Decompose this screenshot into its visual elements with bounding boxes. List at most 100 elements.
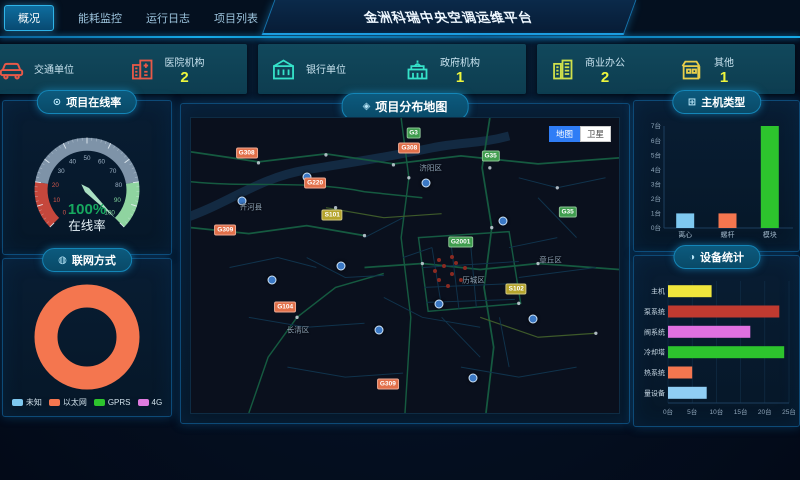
city-cluster-dot [463, 266, 467, 270]
svg-text:60: 60 [98, 158, 106, 165]
legend-label: 未知 [26, 397, 42, 408]
svg-text:5台: 5台 [687, 407, 697, 416]
stat-card-1: 交通单位 医院机构2 [0, 44, 247, 94]
legend-item[interactable]: GPRS [94, 398, 131, 407]
legend-label: GPRS [108, 398, 131, 407]
stat-card-3: 商业办公2其他1 [537, 44, 795, 94]
project-marker[interactable] [422, 178, 431, 187]
svg-text:80: 80 [115, 182, 123, 189]
city-cluster-dot [437, 258, 441, 262]
road-shield-label: G2001 [448, 236, 474, 247]
gauge-label: 在线率 [68, 218, 106, 233]
svg-text:7台: 7台 [651, 121, 661, 130]
stat-card-item: 政府机构1 [392, 54, 526, 85]
map-type-button-0[interactable]: 地图 [549, 126, 580, 142]
stat-card-item: 医院机构2 [117, 54, 248, 85]
road-shield-label: G308 [398, 142, 420, 153]
project-marker[interactable] [469, 373, 478, 382]
city-cluster-dot [450, 255, 454, 259]
stat-label: 其他 [714, 54, 734, 69]
city-cluster-dot [442, 264, 446, 268]
stat-value: 2 [601, 70, 609, 85]
gauge-chart: 0102030405060708090100100%在线率 [3, 113, 171, 254]
legend-swatch [12, 399, 23, 406]
svg-text:阀系统: 阀系统 [644, 327, 665, 336]
legend-swatch [138, 399, 149, 406]
road-shield-label: G220 [304, 177, 326, 188]
office-icon [549, 56, 576, 83]
svg-text:3台: 3台 [651, 180, 661, 189]
legend-item[interactable]: 4G [138, 398, 163, 407]
globe-icon: ◍ [58, 255, 67, 266]
panel-network-title: ◍ 联网方式 [42, 248, 132, 272]
government-icon [404, 56, 431, 83]
stat-label: 政府机构 [440, 54, 480, 69]
svg-text:50: 50 [83, 155, 91, 162]
nav-tab-1[interactable]: 能耗监控 [78, 10, 122, 26]
nav-tab-3[interactable]: 项目列表 [214, 10, 258, 26]
city-cluster-dot [454, 261, 458, 265]
map-type-button-1[interactable]: 卫星 [580, 126, 611, 142]
svg-text:主机: 主机 [651, 287, 665, 296]
svg-text:泵系统: 泵系统 [644, 307, 665, 316]
nav-tab-2[interactable]: 运行日志 [146, 10, 190, 26]
road-shield-label: S102 [506, 284, 527, 295]
svg-text:2台: 2台 [651, 194, 661, 203]
panel-title-text: 项目分布地图 [375, 98, 447, 115]
nav-divider-line [0, 36, 800, 38]
svg-text:40: 40 [69, 158, 77, 165]
road-shield-label: G309 [377, 378, 399, 389]
panel-online-rate: ⊙项目在线率 0102030405060708090100100%在线率 [2, 100, 172, 255]
svg-text:冷却塔: 冷却塔 [644, 348, 665, 357]
project-marker[interactable] [268, 276, 277, 285]
stat-label: 交通单位 [34, 61, 74, 76]
svg-text:15台: 15台 [734, 407, 748, 416]
legend-item[interactable]: 未知 [12, 397, 42, 408]
svg-text:1台: 1台 [651, 209, 661, 218]
stats-icon: ◑ [689, 252, 695, 263]
svg-text:热系统: 热系统 [644, 368, 665, 377]
network-legend: 未知以太网 GPRS 4G [12, 397, 162, 408]
stat-label: 医院机构 [165, 54, 205, 69]
panel-project-map: ◈项目分布地图 [180, 103, 630, 424]
city-cluster-dot [437, 278, 441, 282]
legend-item[interactable]: 以太网 [49, 397, 87, 408]
legend-swatch [49, 399, 60, 406]
svg-text:6台: 6台 [651, 136, 661, 145]
svg-text:模块: 模块 [763, 230, 777, 239]
svg-text:90: 90 [114, 196, 122, 203]
device-stats-bar-chart: 0台5台10台15台20台25台主机泵系统阀系统冷却塔热系统量设备 [634, 268, 799, 426]
panel-title-text: 项目在线率 [66, 94, 121, 110]
map-markers-layer: G308G220G308G309G104G309G3G35G2001G35S10… [191, 118, 619, 413]
panel-online-rate-title: ⊙ 项目在线率 [37, 90, 137, 114]
project-marker[interactable] [499, 217, 508, 226]
project-marker[interactable] [336, 261, 345, 270]
stat-card-item: 交通单位 [0, 56, 117, 83]
panel-device-title: ◑ 设备统计 [673, 245, 760, 269]
project-marker[interactable] [375, 326, 384, 335]
project-marker[interactable] [435, 299, 444, 308]
panel-title-text: 设备统计 [700, 249, 744, 265]
legend-swatch [94, 399, 105, 406]
city-cluster-dot [450, 272, 454, 276]
monitor-icon: ⊞ [688, 97, 696, 108]
place-label: 济阳区 [419, 163, 442, 174]
top-nav: 概况能耗监控运行日志项目列表视频监控 金洲科瑞中央空调运维平台 [0, 0, 800, 36]
panel-title-text: 联网方式 [72, 252, 116, 268]
panel-host-title: ⊞ 主机类型 [672, 90, 761, 114]
nav-tab-0[interactable]: 概况 [4, 5, 54, 31]
stat-card-item: 其他1 [666, 54, 795, 85]
stat-cards-row: 交通单位医院机构2银行单位政府机构1商业办公2其他1 [0, 44, 795, 94]
panel-title-text: 主机类型 [701, 94, 745, 110]
panel-device-stats: ◑设备统计 0台5台10台15台20台25台主机泵系统阀系统冷却塔热系统量设备 [633, 255, 800, 427]
map-type-controls: 地图卫星 [549, 126, 611, 142]
road-shield-label: G35 [558, 207, 576, 218]
svg-text:25台: 25台 [782, 407, 795, 416]
road-shield-label: G35 [481, 151, 499, 162]
host-type-bar-chart: 0台1台2台3台4台5台6台7台离心螺杆模块 [634, 113, 799, 251]
link-icon: ⊙ [53, 97, 61, 108]
map-canvas[interactable]: G308G220G308G309G104G309G3G35G2001G35S10… [190, 117, 620, 414]
stat-value: 1 [720, 70, 728, 85]
svg-text:0台: 0台 [651, 223, 661, 232]
project-marker[interactable] [529, 314, 538, 323]
